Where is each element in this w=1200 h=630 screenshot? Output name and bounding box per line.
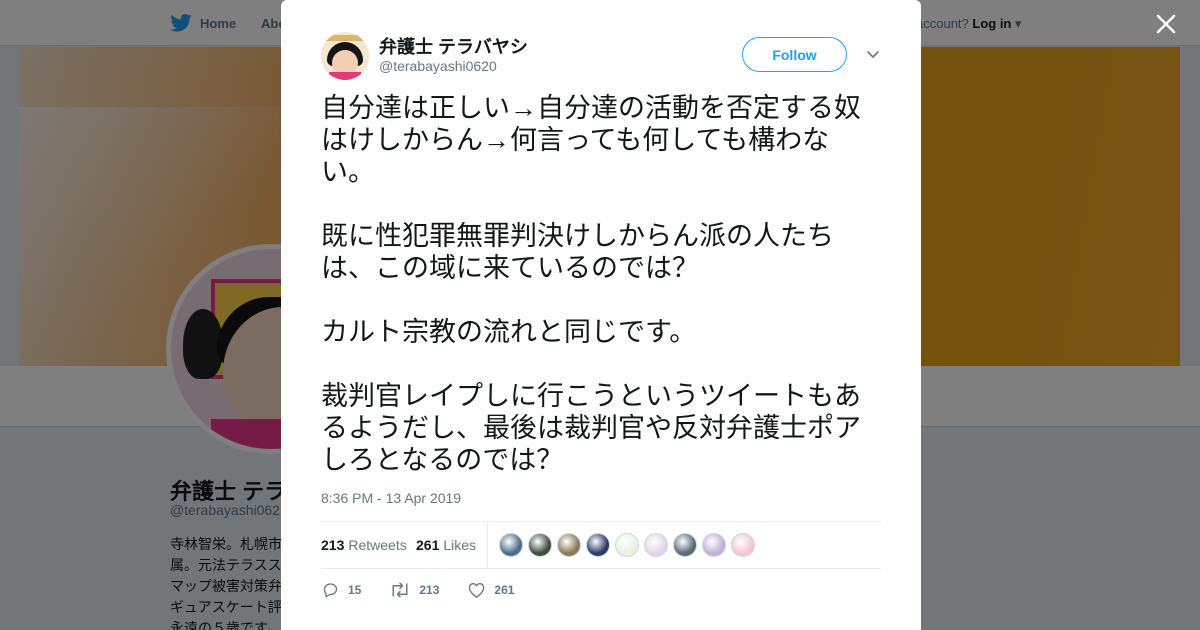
liker-avatar[interactable] (528, 533, 552, 557)
retweets-stat[interactable]: 213 Retweets (321, 537, 407, 553)
author-avatar[interactable] (321, 32, 369, 80)
stats-divider (487, 522, 488, 569)
tweet-stats: 213 Retweets 261 Likes (321, 521, 881, 569)
tweet-timestamp[interactable]: 8:36 PM - 13 Apr 2019 (321, 490, 461, 506)
reply-count: 15 (348, 583, 362, 597)
liker-avatar[interactable] (557, 533, 581, 557)
retweet-icon (392, 582, 408, 598)
tweet-paragraph: 自分達は正しい→自分達の活動を否定する奴はけしからん→何言っても何しても構わない… (321, 93, 861, 187)
liker-avatar[interactable] (499, 533, 523, 557)
liker-avatar[interactable] (702, 533, 726, 557)
likes-stat[interactable]: 261 Likes (416, 537, 476, 553)
chevron-down-icon[interactable] (865, 46, 881, 62)
tweet-actions: 15 213 261 (321, 580, 542, 600)
follow-button[interactable]: Follow (742, 37, 847, 72)
liker-avatar[interactable] (731, 533, 755, 557)
retweets-count: 213 (321, 537, 345, 553)
liker-avatars (499, 533, 755, 557)
tweet-paragraph: 既に性犯罪無罪判決けしからん派の人たちは、この域に来ているのでは？ (321, 221, 834, 283)
tweet-paragraph: カルト宗教の流れと同じです。 (321, 317, 697, 347)
likes-label: Likes (443, 537, 477, 553)
heart-icon (469, 582, 485, 598)
reply-icon (323, 583, 338, 598)
close-icon[interactable] (1154, 12, 1178, 36)
author-name[interactable]: 弁護士 テラバヤシ (379, 33, 528, 59)
tweet-paragraph: 裁判官レイプしに行こうというツイートもあるようだし、最後は裁判官や反対弁護士ポア… (321, 381, 861, 475)
liker-avatar[interactable] (586, 533, 610, 557)
liker-avatar[interactable] (615, 533, 639, 557)
tweet-text: 自分達は正しい→自分達の活動を否定する奴はけしからん→何言っても何しても構わない… (321, 92, 881, 476)
likes-count: 261 (416, 537, 440, 553)
liker-avatar[interactable] (673, 533, 697, 557)
reply-action[interactable]: 15 (321, 580, 361, 600)
retweets-label: Retweets (348, 537, 407, 553)
like-count: 261 (494, 583, 515, 597)
retweet-count: 213 (419, 583, 440, 597)
liker-avatar[interactable] (644, 533, 668, 557)
author-handle[interactable]: @terabayashi0620 (379, 58, 497, 74)
like-action[interactable]: 261 (467, 580, 514, 600)
retweet-action[interactable]: 213 (389, 580, 439, 600)
tweet-modal: 弁護士 テラバヤシ @terabayashi0620 Follow 自分達は正し… (281, 0, 921, 630)
